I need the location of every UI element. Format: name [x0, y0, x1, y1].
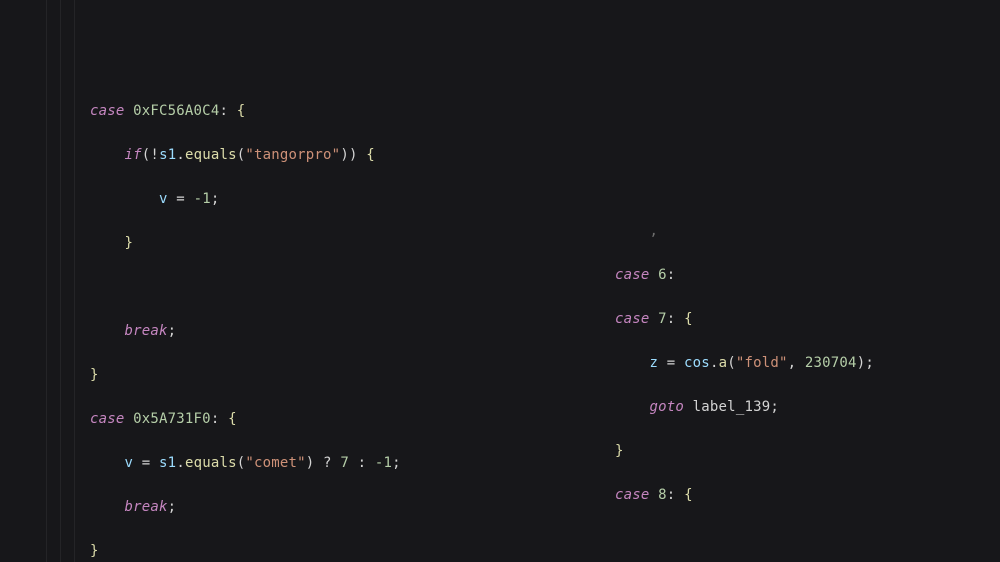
- code-editor[interactable]: case 0xFC56A0C4: { if(!s1.equals("tangor…: [0, 0, 1000, 562]
- code-line: }: [615, 440, 874, 462]
- code-line: }: [90, 540, 401, 562]
- code-line: case 8: {: [615, 484, 874, 506]
- code-line: }: [90, 364, 401, 386]
- code-line: case 7: {: [615, 308, 874, 330]
- code-line: z = cos.a("fold", 230704);: [615, 352, 874, 374]
- indent-guide: [46, 0, 47, 562]
- code-line: break;: [90, 496, 401, 518]
- indent-guide: [74, 0, 75, 562]
- code-line: case 6:: [615, 264, 874, 286]
- code-line: break;: [90, 320, 401, 342]
- indent-guide: [60, 0, 61, 562]
- code-line: }: [90, 232, 401, 254]
- code-line: goto label_139;: [615, 396, 874, 418]
- code-pane-left[interactable]: case 0xFC56A0C4: { if(!s1.equals("tangor…: [90, 78, 401, 562]
- code-line: case 0x5A731F0: {: [90, 408, 401, 430]
- code-line: [90, 276, 401, 298]
- code-line: case 0xFC56A0C4: {: [90, 100, 401, 122]
- code-line: v = -1;: [90, 188, 401, 210]
- code-line: ,: [615, 220, 874, 242]
- code-pane-right[interactable]: , case 6: case 7: { z = cos.a("fold", 23…: [615, 198, 874, 550]
- code-line: if(!s1.equals("tangorpro")) {: [90, 144, 401, 166]
- code-line: v = s1.equals("comet") ? 7 : -1;: [90, 452, 401, 474]
